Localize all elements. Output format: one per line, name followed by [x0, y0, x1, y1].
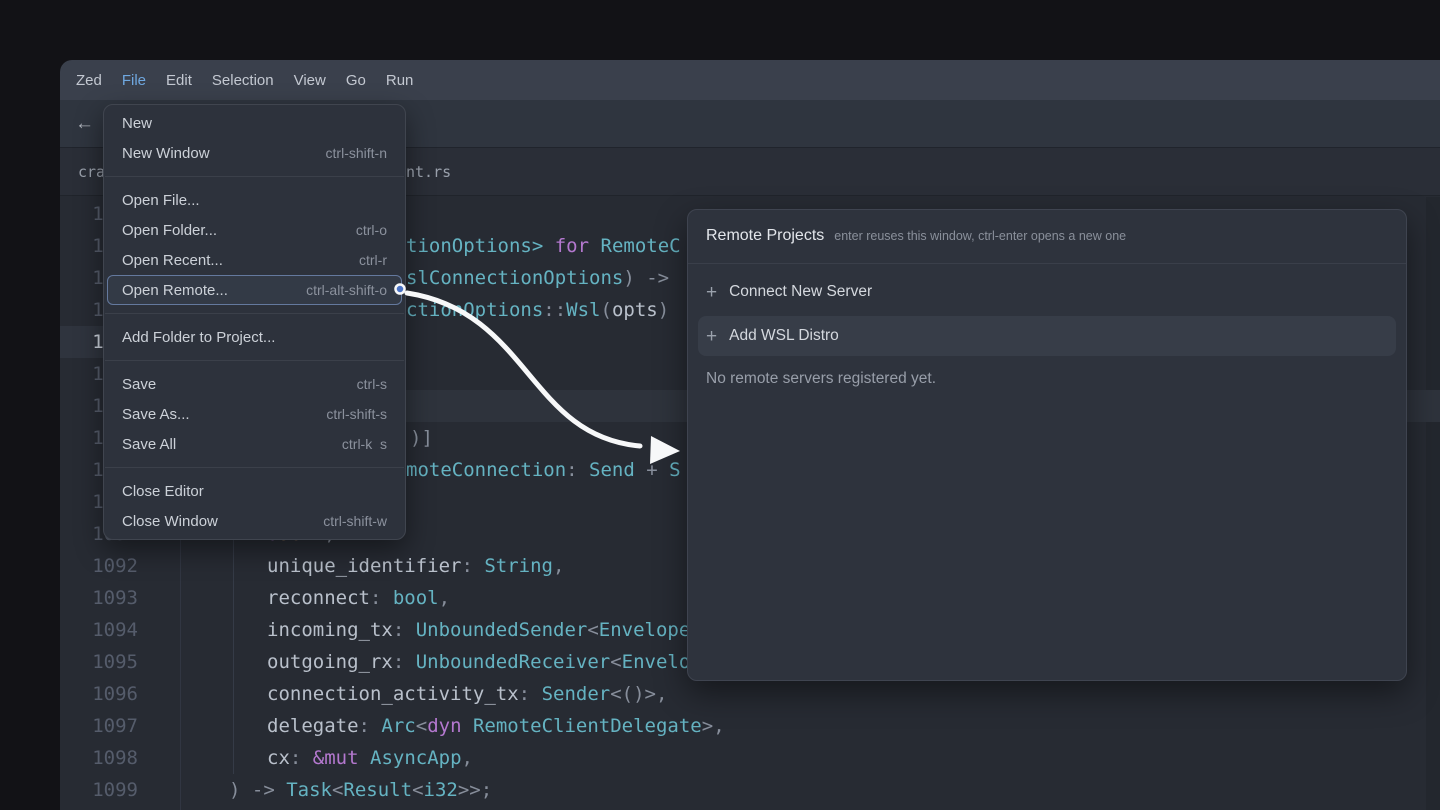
menu-item-open-folder[interactable]: Open Folder... ctrl-o — [107, 215, 402, 245]
line-number: 1093 — [60, 582, 138, 614]
breadcrumb-path-right: nt.rs — [406, 148, 451, 196]
menu-item-open-remote[interactable]: Open Remote... ctrl-alt-shift-o — [107, 275, 402, 305]
menu-item-save[interactable]: Save ctrl-s — [107, 369, 402, 399]
menubar-item-file[interactable]: File — [122, 72, 146, 89]
title-bar: Zed File Edit Selection View Go Run — [60, 60, 1440, 100]
menu-item-label: Open File... — [122, 192, 200, 209]
menu-item-label: Save — [122, 376, 156, 393]
menu-item-save-as[interactable]: Save As... ctrl-shift-s — [107, 399, 402, 429]
menu-item-open-file[interactable]: Open File... — [107, 185, 402, 215]
menubar-item-edit[interactable]: Edit — [166, 72, 192, 89]
menu-bar: Zed File Edit Selection View Go Run — [76, 72, 413, 89]
code-text: moteConnection: Send + S — [406, 454, 681, 486]
remote-projects-modal: Remote Projects enter reuses this window… — [687, 209, 1407, 681]
code-line-1099[interactable]: 1099 ) -> Task<Result<i32>>; — [0, 774, 1440, 806]
code-line-1096[interactable]: 1096 connection_activity_tx: Sender<()>, — [0, 678, 1440, 710]
menu-item-add-folder-to-project[interactable]: Add Folder to Project... — [107, 322, 402, 352]
menu-separator — [105, 176, 404, 177]
menu-item-new-window[interactable]: New Window ctrl-shift-n — [107, 138, 402, 168]
code-text: ) -> Task<Result<i32>>; — [229, 774, 492, 806]
line-number: 1097 — [60, 710, 138, 742]
modal-title: Remote Projects — [706, 227, 824, 245]
line-number: 1095 — [60, 646, 138, 678]
menu-separator — [105, 467, 404, 468]
code-text: ctionOptions::Wsl(opts) — [406, 294, 669, 326]
file-menu-dropdown: New New Window ctrl-shift-n Open File... Ope… — [103, 104, 406, 540]
modal-row-label: Connect New Server — [729, 283, 872, 301]
menubar-item-go[interactable]: Go — [346, 72, 366, 89]
desktop: Zed File Edit Selection View Go Run ← cra nt.r… — [0, 0, 1440, 810]
back-arrow-icon[interactable]: ← — [75, 114, 94, 133]
line-number: 1098 — [60, 742, 138, 774]
menu-item-shortcut: ctrl-s — [357, 376, 387, 392]
modal-hint: enter reuses this window, ctrl-enter ope… — [834, 229, 1126, 243]
menubar-item-run[interactable]: Run — [386, 72, 414, 89]
menu-item-shortcut: ctrl-alt-shift-o — [306, 282, 387, 298]
code-text: )] — [410, 422, 433, 454]
plus-icon: + — [706, 327, 717, 346]
menu-separator — [105, 360, 404, 361]
menu-item-shortcut: ctrl-shift-w — [323, 513, 387, 529]
code-text: tionOptions> for RemoteC — [406, 230, 681, 262]
menu-item-shortcut: ctrl-shift-s — [326, 406, 387, 422]
menu-item-shortcut: ctrl-k s — [342, 436, 387, 452]
line-number: 1094 — [60, 614, 138, 646]
menu-item-label: Save As... — [122, 406, 190, 423]
menu-item-label: Open Folder... — [122, 222, 217, 239]
code-text: slConnectionOptions) -> — [406, 262, 669, 294]
menu-separator — [105, 313, 404, 314]
menu-item-open-recent[interactable]: Open Recent... ctrl-r — [107, 245, 402, 275]
line-number: 1099 — [60, 774, 138, 806]
line-number: 1096 — [60, 678, 138, 710]
line-number: 1092 — [60, 550, 138, 582]
menu-item-shortcut: ctrl-r — [359, 252, 387, 268]
breadcrumb-path-left: cra — [78, 148, 105, 196]
code-text: delegate: Arc<dyn RemoteClientDelegate>, — [267, 710, 725, 742]
menu-item-label: Open Recent... — [122, 252, 223, 269]
menu-item-close-window[interactable]: Close Window ctrl-shift-w — [107, 506, 402, 536]
menu-item-label: Close Editor — [122, 483, 204, 500]
empty-state-text: No remote servers registered yet. — [688, 360, 1406, 398]
menubar-item-view[interactable]: View — [294, 72, 326, 89]
code-line-1097[interactable]: 1097 delegate: Arc<dyn RemoteClientDelega… — [0, 710, 1440, 742]
code-text: reconnect: bool, — [267, 582, 450, 614]
plus-icon: + — [706, 283, 717, 302]
modal-body: + Connect New Server + Add WSL Distro — [688, 264, 1406, 356]
menu-item-label: Open Remote... — [122, 282, 228, 299]
menu-item-label: New — [122, 115, 152, 132]
modal-row-connect-new-server[interactable]: + Connect New Server — [698, 272, 1396, 312]
code-text: connection_activity_tx: Sender<()>, — [267, 678, 667, 710]
modal-row-add-wsl-distro[interactable]: + Add WSL Distro — [698, 316, 1396, 356]
menu-item-shortcut: ctrl-o — [356, 222, 387, 238]
menu-item-label: Close Window — [122, 513, 218, 530]
menu-item-label: Add Folder to Project... — [122, 329, 275, 346]
menu-item-close-editor[interactable]: Close Editor — [107, 476, 402, 506]
menubar-item-selection[interactable]: Selection — [212, 72, 274, 89]
menu-item-label: Save All — [122, 436, 176, 453]
modal-row-label: Add WSL Distro — [729, 327, 839, 345]
code-text: cx: &mut AsyncApp, — [267, 742, 473, 774]
menu-item-new[interactable]: New — [107, 108, 402, 138]
menubar-item-zed[interactable]: Zed — [76, 72, 102, 89]
code-line-1098[interactable]: 1098 cx: &mut AsyncApp, — [0, 742, 1440, 774]
menu-item-save-all[interactable]: Save All ctrl-k s — [107, 429, 402, 459]
modal-header: Remote Projects enter reuses this window… — [688, 210, 1406, 264]
code-text: outgoing_rx: UnboundedReceiver<Envelope>… — [267, 646, 736, 678]
code-text: incoming_tx: UnboundedSender<Envelope>, — [267, 614, 713, 646]
menu-item-shortcut: ctrl-shift-n — [326, 145, 387, 161]
code-text: unique_identifier: String, — [267, 550, 564, 582]
menu-item-label: New Window — [122, 145, 210, 162]
